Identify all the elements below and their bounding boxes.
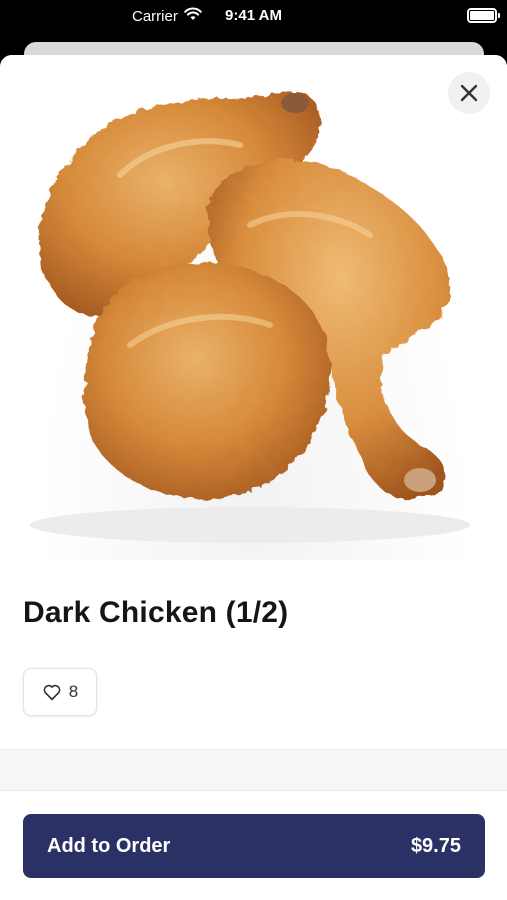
add-to-order-label: Add to Order [47, 834, 171, 857]
status-time: 9:41 AM [225, 7, 282, 24]
add-to-order-button[interactable]: Add to Order $9.75 [23, 814, 485, 878]
close-button[interactable] [448, 72, 490, 114]
divider-band [0, 749, 507, 791]
close-icon [460, 84, 478, 102]
like-button[interactable]: 8 [23, 668, 97, 716]
like-count: 8 [68, 682, 79, 701]
fried-chicken-illustration [30, 91, 470, 543]
heart-icon [43, 684, 61, 701]
product-image [0, 55, 507, 560]
battery-icon [467, 8, 500, 23]
status-bar: Carrier 9:41 AM [0, 0, 507, 34]
product-sheet: Dark Chicken (1/2) 8 Add to Order $9.75 [0, 55, 507, 900]
product-title: Dark Chicken (1/2) [23, 596, 289, 629]
price-label: $9.75 [410, 834, 461, 857]
